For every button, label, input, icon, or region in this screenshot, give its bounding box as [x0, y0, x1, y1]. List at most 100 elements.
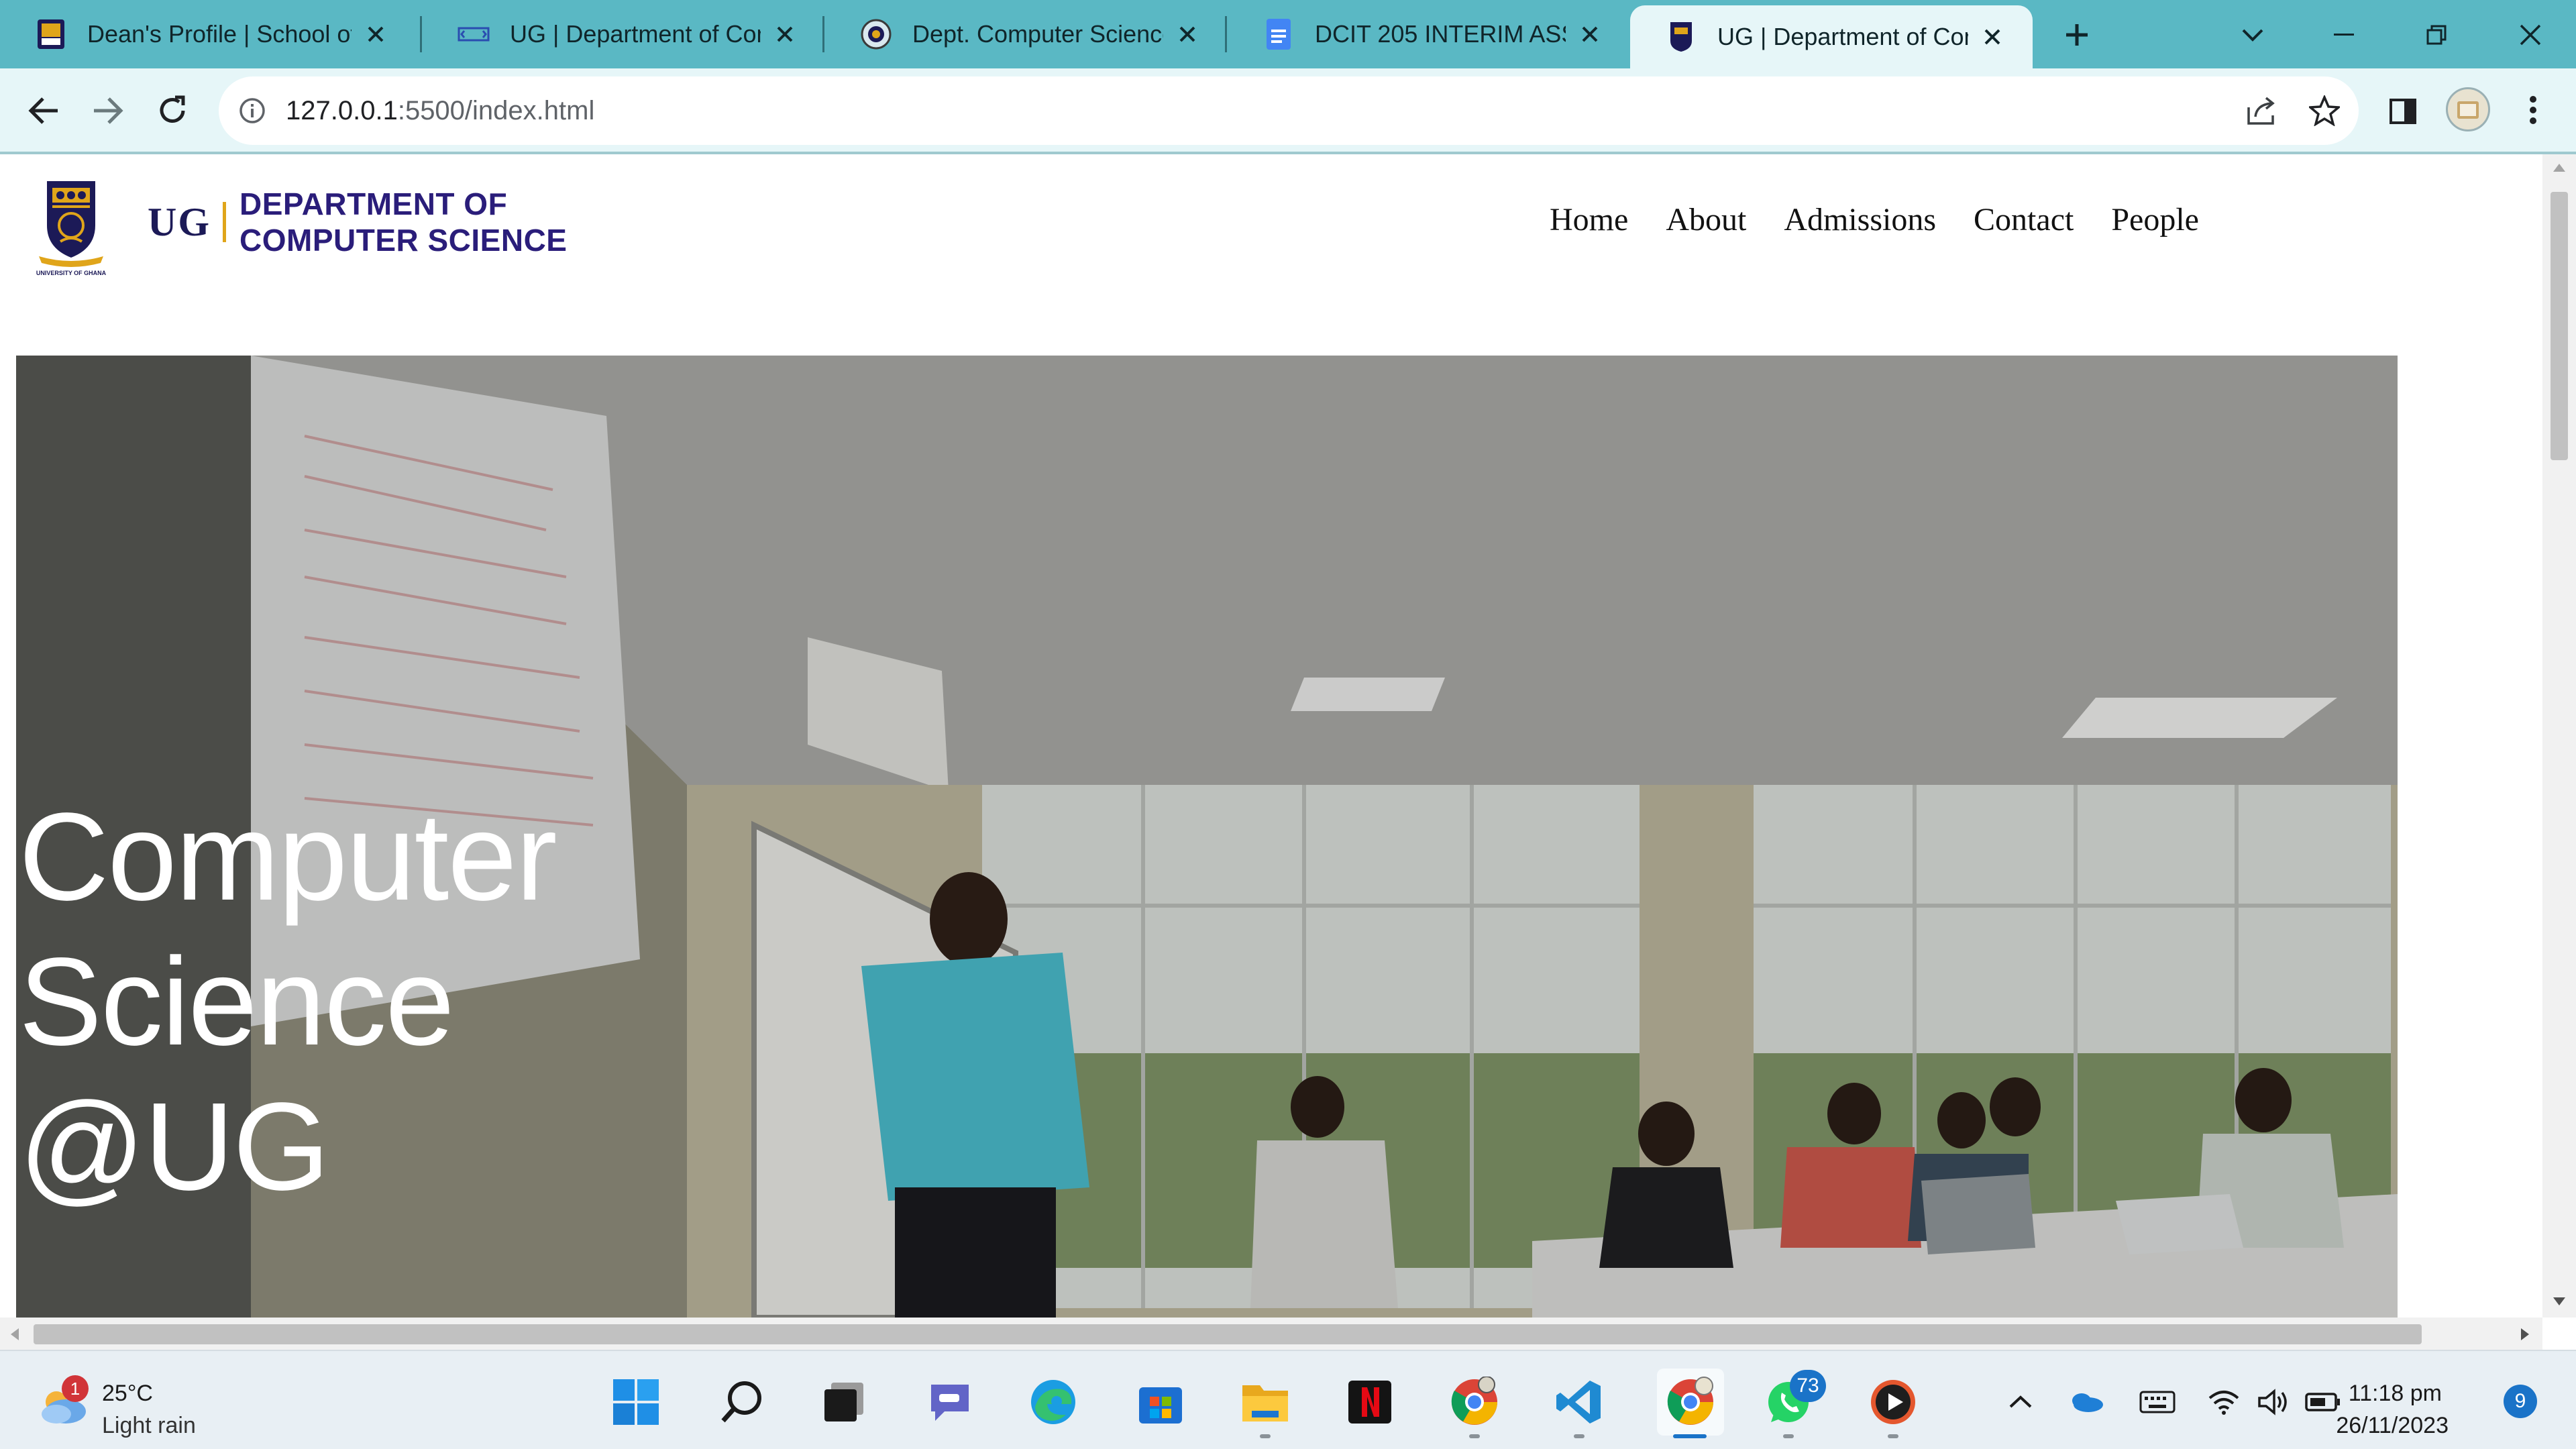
scroll-left-arrow-icon[interactable] [9, 1327, 20, 1342]
browser-tab[interactable]: UG | Department of Com [423, 0, 825, 68]
media-player-button[interactable] [1866, 1375, 1920, 1429]
onedrive-button[interactable] [2066, 1389, 2106, 1415]
close-icon [2520, 24, 2541, 46]
side-panel-button[interactable] [2383, 93, 2423, 130]
url-host: 127.0.0.1 [286, 95, 398, 125]
reload-button[interactable] [145, 83, 200, 138]
clock-date[interactable]: 26/11/2023 [2336, 1413, 2449, 1439]
minimize-button[interactable] [2325, 16, 2363, 54]
docs-icon [1261, 17, 1296, 52]
close-window-button[interactable] [2512, 16, 2549, 54]
horizontal-scrollbar[interactable] [0, 1318, 2542, 1350]
close-icon[interactable] [1574, 18, 1606, 50]
chrome-icon [1451, 1377, 1497, 1425]
more-vert-icon [2530, 96, 2536, 124]
vscode-button[interactable] [1552, 1375, 1606, 1429]
teams-chat-icon [931, 1385, 969, 1421]
side-panel-icon [2390, 99, 2416, 124]
nav-admissions[interactable]: Admissions [1784, 201, 1936, 238]
new-tab-button[interactable] [2055, 16, 2098, 54]
university-crest-logo[interactable]: UNIVERSITY OF GHANA [36, 178, 106, 286]
menu-button[interactable] [2514, 91, 2552, 129]
running-indicator [1260, 1434, 1271, 1438]
hero-title: Computer Science @UG [19, 785, 557, 1220]
scroll-right-arrow-icon[interactable] [2520, 1327, 2530, 1342]
site-brand[interactable]: UG DEPARTMENT OF COMPUTER SCIENCE [148, 185, 567, 259]
nav-home[interactable]: Home [1550, 201, 1628, 238]
share-icon[interactable] [2246, 95, 2278, 129]
vertical-scrollbar-thumb[interactable] [2551, 192, 2568, 460]
tab-title: UG | Department of Com [1717, 23, 1968, 50]
bookmark-star-icon[interactable] [2307, 94, 2342, 129]
url-path: :5500/index.html [397, 95, 595, 125]
main-nav: Home About Admissions Contact People [1550, 201, 2237, 238]
nav-people[interactable]: People [2111, 201, 2199, 238]
chat-button[interactable] [923, 1375, 977, 1429]
address-bar[interactable]: 127.0.0.1:5500/index.html [219, 76, 2359, 145]
close-icon[interactable] [360, 18, 392, 50]
store-button[interactable] [1134, 1375, 1187, 1429]
weather-temperature: 25°C [102, 1381, 153, 1406]
browser-tab-active[interactable]: UG | Department of Com [1630, 5, 2033, 68]
site-info-icon[interactable] [239, 97, 266, 124]
store-icon [1139, 1387, 1182, 1424]
close-icon[interactable] [769, 18, 801, 50]
forward-button[interactable] [80, 83, 136, 138]
vertical-scrollbar[interactable] [2542, 154, 2576, 1318]
start-button[interactable] [609, 1375, 663, 1429]
chrome-profile-icon [1667, 1377, 1713, 1425]
hero-title-line3: @UG [19, 1077, 330, 1216]
running-indicator [1888, 1434, 1898, 1438]
restore-icon [2426, 25, 2447, 45]
nav-contact[interactable]: Contact [1974, 201, 2074, 238]
tab-separator [822, 16, 824, 52]
url-text[interactable]: 127.0.0.1:5500/index.html [286, 96, 594, 126]
tab-separator [1225, 16, 1227, 52]
chrome-button[interactable] [1448, 1375, 1501, 1429]
onedrive-icon [2072, 1393, 2103, 1412]
edge-icon [1031, 1380, 1075, 1424]
brand-department-name: DEPARTMENT OF COMPUTER SCIENCE [239, 186, 567, 258]
tab-title: UG | Department of Com [510, 20, 761, 48]
close-icon[interactable] [1976, 21, 2008, 53]
netflix-button[interactable] [1343, 1375, 1397, 1429]
browser-tab[interactable]: Dept. Computer Science [825, 0, 1228, 68]
network-volume-battery[interactable] [2207, 1385, 2341, 1419]
clock-time[interactable]: 11:18 pm [2349, 1381, 2442, 1407]
file-explorer-icon [1242, 1385, 1288, 1421]
horizontal-scrollbar-thumb[interactable] [34, 1324, 2422, 1344]
volume-icon [2258, 1389, 2287, 1415]
tab-search-button[interactable] [2234, 16, 2271, 54]
whatsapp-button[interactable]: 73 [1762, 1370, 1826, 1429]
tray-overflow-button[interactable] [2006, 1389, 2035, 1415]
close-icon[interactable] [1171, 18, 1203, 50]
site-header: UNIVERSITY OF GHANA UG DEPARTMENT OF COM… [0, 154, 2542, 356]
profile-avatar[interactable] [2446, 87, 2490, 131]
forward-arrow-icon [94, 97, 123, 124]
keyboard-button[interactable] [2137, 1389, 2178, 1415]
running-indicator [1783, 1434, 1794, 1438]
browser-tab[interactable]: Dean's Profile | School of [0, 0, 416, 68]
chrome-profile-button[interactable] [1657, 1368, 1724, 1436]
task-view-button[interactable] [817, 1375, 871, 1429]
notification-badge[interactable]: 9 [2504, 1385, 2537, 1418]
browser-tab[interactable]: DCIT 205 INTERIM ASSES [1228, 0, 1630, 68]
brand-dept-line2: COMPUTER SCIENCE [239, 223, 568, 258]
nav-about[interactable]: About [1666, 201, 1746, 238]
scroll-up-arrow-icon[interactable] [2552, 162, 2567, 173]
tab-title: Dept. Computer Science [912, 20, 1163, 48]
weather-badge: 1 [62, 1375, 89, 1402]
start-icon [613, 1379, 659, 1425]
file-explorer-button[interactable] [1238, 1375, 1292, 1429]
wifi-icon [2208, 1391, 2239, 1415]
brand-dept-line1: DEPARTMENT OF [239, 186, 508, 221]
hero-banner: Computer Science @UG [16, 356, 2398, 1318]
search-button[interactable] [715, 1375, 769, 1429]
scroll-down-arrow-icon[interactable] [2552, 1296, 2567, 1307]
browser-tab-bar: Dean's Profile | School of UG | Departme… [0, 0, 2576, 68]
restore-button[interactable] [2418, 16, 2455, 54]
edge-button[interactable] [1026, 1375, 1080, 1429]
weather-description: Light rain [102, 1413, 196, 1438]
back-button[interactable] [16, 83, 71, 138]
back-arrow-icon [28, 97, 58, 124]
